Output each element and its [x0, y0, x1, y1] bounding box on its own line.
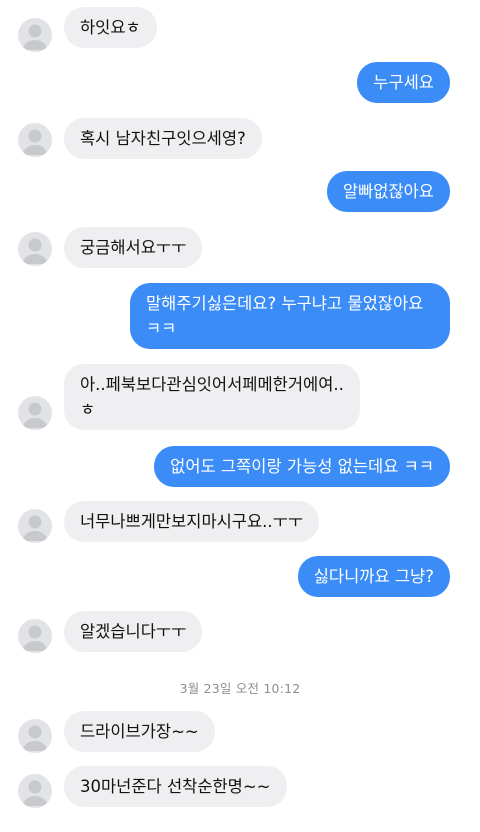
message-row: 궁금해서요ㅜㅜ — [0, 227, 480, 269]
message-bubble[interactable]: 혹시 남자친구잇으세영? — [64, 118, 262, 159]
timestamp-divider: 3월 23일 오전 10:12 — [179, 681, 301, 696]
message-row: 30마넌준다 선착순한명~~ — [0, 766, 480, 808]
default-profile-icon[interactable] — [18, 774, 52, 808]
message-bubble[interactable]: 궁금해서요ㅜㅜ — [64, 227, 203, 268]
default-profile-icon[interactable] — [18, 509, 52, 543]
message-row: 너무나쁘게만보지마시구요..ㅜㅜ — [0, 501, 480, 543]
message-bubble[interactable]: 알겠습니다ㅜㅜ — [64, 611, 203, 652]
message-row: 드라이브가장~~ — [0, 711, 480, 753]
message-row: 하잇요ㅎ — [0, 7, 480, 52]
message-row: 싫다니까요 그냥? — [0, 556, 480, 598]
message-row: 알빠없잖아요 — [0, 171, 480, 213]
message-row: 없어도 그쪽이랑 가능성 없는데요 ㅋㅋ — [0, 446, 480, 488]
message-row: 누구세요 — [0, 62, 480, 104]
message-bubble[interactable]: 아..페북보다관심잇어서페메한거에여..ㅎ — [64, 364, 360, 430]
message-bubble[interactable]: 하잇요ㅎ — [64, 7, 157, 48]
message-bubble[interactable]: 30마넌준다 선착순한명~~ — [64, 766, 287, 807]
default-profile-icon[interactable] — [18, 396, 52, 430]
message-thread[interactable]: 하잇요ㅎ 누구세요 혹시 남자친구잇으세영? 알빠없잖아요 궁금해서요ㅜㅜ 말해… — [0, 0, 480, 832]
default-profile-icon[interactable] — [18, 18, 52, 52]
message-row: 알겠습니다ㅜㅜ — [0, 611, 480, 653]
message-row: 혹시 남자친구잇으세영? — [0, 118, 480, 160]
message-bubble[interactable]: 말해주기싫은데요? 누구냐고 물었잖아요 ㅋㅋ — [130, 283, 450, 349]
default-profile-icon[interactable] — [18, 719, 52, 753]
message-bubble[interactable]: 없어도 그쪽이랑 가능성 없는데요 ㅋㅋ — [154, 446, 450, 487]
message-row: 아..페북보다관심잇어서페메한거에여..ㅎ — [0, 364, 480, 430]
default-profile-icon[interactable] — [18, 619, 52, 653]
message-bubble[interactable]: 너무나쁘게만보지마시구요..ㅜㅜ — [64, 501, 320, 542]
message-row: 말해주기싫은데요? 누구냐고 물었잖아요 ㅋㅋ — [0, 283, 480, 349]
message-bubble[interactable]: 드라이브가장~~ — [64, 711, 215, 752]
default-profile-icon[interactable] — [18, 232, 52, 266]
message-bubble[interactable]: 싫다니까요 그냥? — [297, 556, 450, 597]
message-bubble[interactable]: 알빠없잖아요 — [326, 171, 450, 212]
message-bubble[interactable]: 누구세요 — [357, 62, 450, 103]
default-profile-icon[interactable] — [18, 123, 52, 157]
